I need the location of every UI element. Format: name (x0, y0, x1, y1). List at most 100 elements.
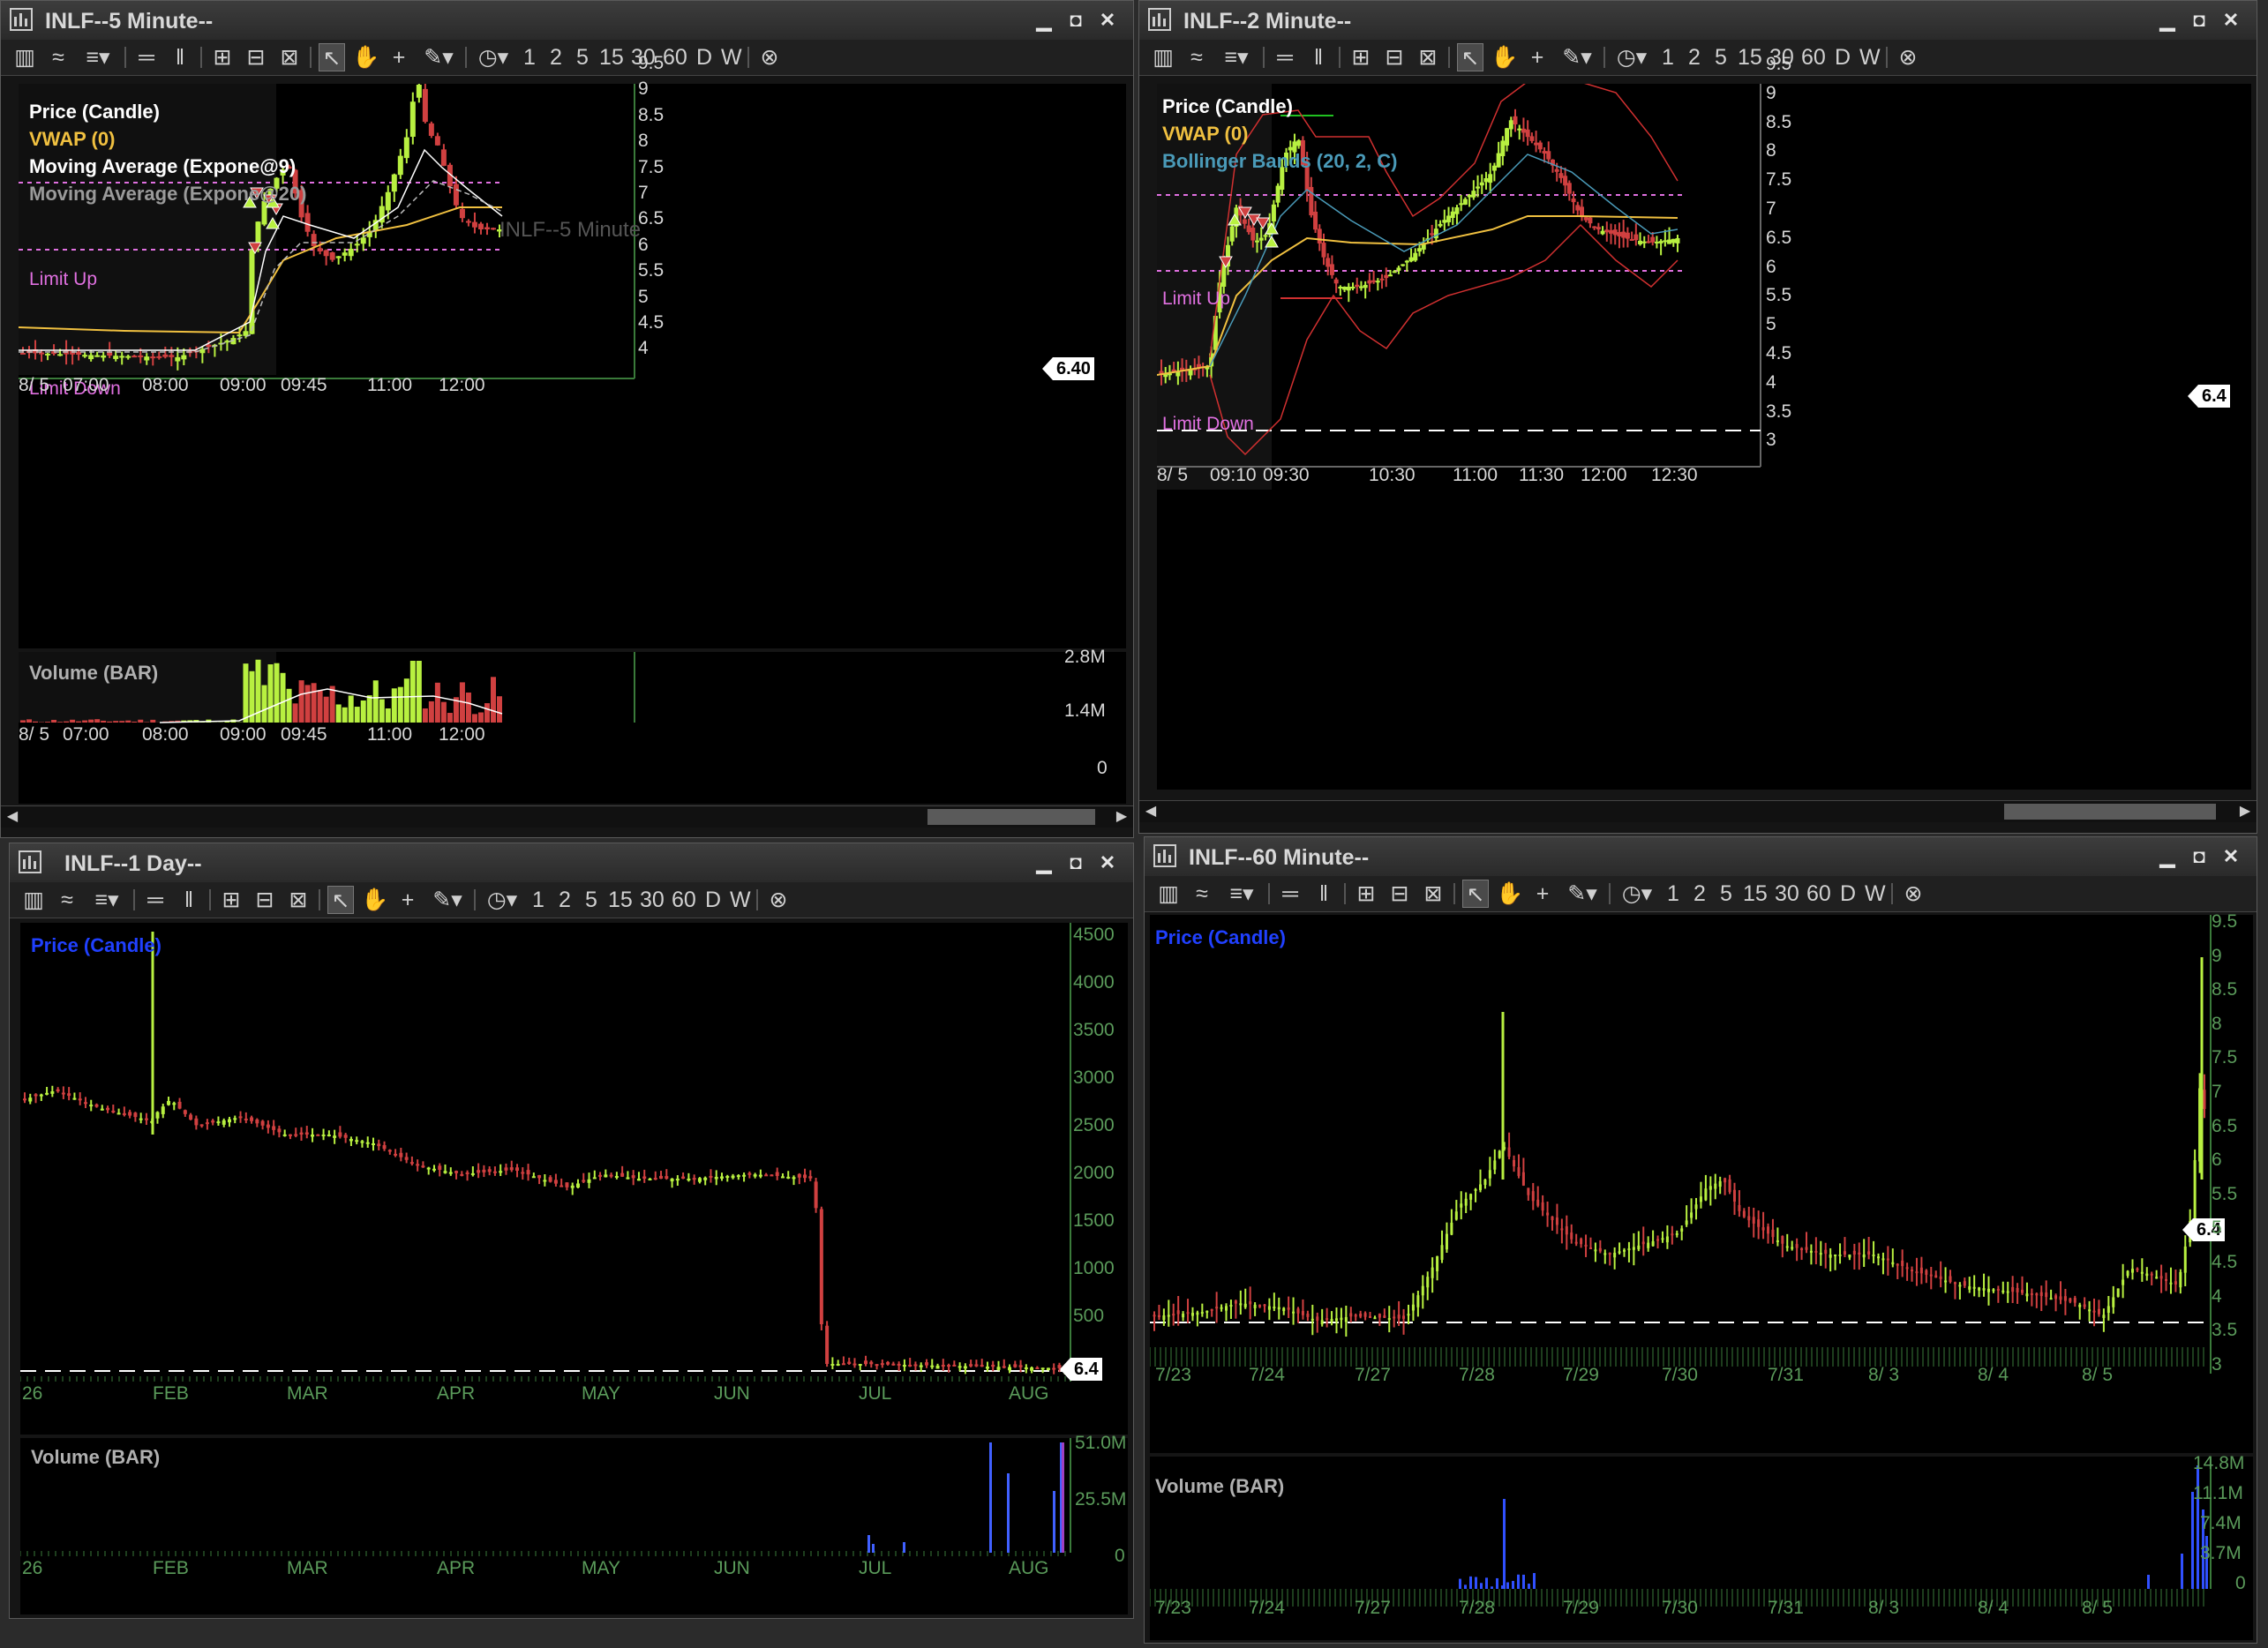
period-15[interactable]: 15 (1738, 43, 1762, 71)
period-2[interactable]: 2 (555, 886, 575, 914)
volume-chart[interactable]: Volume (BAR) 2.8M 1.4M 0 8/ 5 07:00 08:00 0… (19, 647, 1126, 804)
close-button[interactable]: ✕ (1096, 852, 1119, 873)
period-5[interactable]: 5 (582, 886, 601, 914)
period-d[interactable]: D (1838, 880, 1858, 908)
close-chart-icon[interactable]: ⊗ (765, 886, 792, 914)
maximize-button[interactable]: ◘ (1064, 852, 1087, 873)
legend-ema9[interactable]: Moving Average (Expone@9) (29, 153, 306, 180)
period-15[interactable]: 15 (608, 886, 633, 914)
title-bar[interactable]: INLF--1 Day-- ▁ ◘ ✕ (10, 843, 1133, 883)
zoom-in-icon[interactable]: ⊞ (1353, 880, 1379, 908)
hand-icon[interactable]: ✋ (352, 43, 379, 71)
close-chart-icon[interactable]: ⊗ (756, 43, 783, 71)
period-2[interactable]: 2 (1685, 43, 1704, 71)
hline-icon[interactable]: ═ (133, 43, 160, 71)
cursor-icon[interactable]: ↖ (327, 886, 354, 914)
chart-type-icon[interactable]: ▥ (1155, 880, 1182, 908)
legend-price[interactable]: Price (Candle) (1155, 924, 1286, 951)
zoom-fit-icon[interactable]: ⊠ (1420, 880, 1446, 908)
legend-vwap[interactable]: VWAP (0) (1162, 120, 1398, 147)
close-button[interactable]: ✕ (2219, 846, 2242, 867)
title-bar[interactable]: INLF--60 Minute-- ▁ ◘ ✕ (1145, 837, 2257, 877)
zoom-out-icon[interactable]: ⊟ (1386, 880, 1413, 908)
close-button[interactable]: ✕ (1096, 10, 1119, 31)
period-5[interactable]: 5 (573, 43, 592, 71)
zoom-out-icon[interactable]: ⊟ (1381, 43, 1408, 71)
close-chart-icon[interactable]: ⊗ (1900, 880, 1926, 908)
clock-icon[interactable]: ◷▾ (474, 43, 513, 71)
close-button[interactable]: ✕ (2219, 10, 2242, 31)
cursor-icon[interactable]: ↖ (1462, 880, 1489, 908)
clock-icon[interactable]: ◷▾ (483, 886, 522, 914)
pen-icon[interactable]: ✎▾ (1558, 43, 1596, 71)
scroll-left-arrow[interactable]: ◀ (1141, 801, 1160, 822)
period-15[interactable]: 15 (1743, 880, 1768, 908)
price-chart[interactable]: INLF--5 Minute Price (Candle) VWAP (0) M… (19, 53, 1126, 648)
maximize-button[interactable]: ◘ (2188, 10, 2211, 31)
zoom-fit-icon[interactable]: ⊠ (276, 43, 303, 71)
volume-legend[interactable]: Volume (BAR) (29, 659, 158, 686)
minimize-button[interactable]: ▁ (2156, 846, 2179, 867)
hand-icon[interactable]: ✋ (1491, 43, 1518, 71)
title-bar[interactable]: INLF--5 Minute-- ▁ ◘ ✕ (1, 1, 1133, 41)
period-30[interactable]: 30 (1775, 880, 1799, 908)
volume-legend[interactable]: Volume (BAR) (1155, 1472, 1284, 1500)
chart-type-icon[interactable]: ▥ (11, 43, 38, 71)
period-2[interactable]: 2 (1690, 880, 1709, 908)
zoom-in-icon[interactable]: ⊞ (1348, 43, 1374, 71)
price-plot[interactable] (1157, 84, 2251, 790)
volume-chart[interactable]: Volume (BAR) 14.8M 11.1M 7.4M 3.7M 0 7/2… (1150, 1453, 2253, 1640)
price-chart[interactable]: Price (Candle) 6.4 4500 4000 3500 3000 2500 2… (20, 923, 1128, 1435)
period-d[interactable]: D (695, 43, 714, 71)
pen-icon[interactable]: ✎▾ (428, 886, 467, 914)
legend-price[interactable]: Price (Candle) (31, 932, 161, 959)
zoom-fit-icon[interactable]: ⊠ (1415, 43, 1441, 71)
cursor-icon[interactable]: ↖ (319, 43, 345, 71)
period-15[interactable]: 15 (599, 43, 624, 71)
zoom-in-icon[interactable]: ⊞ (209, 43, 236, 71)
legend-vwap[interactable]: VWAP (0) (29, 125, 306, 153)
period-1[interactable]: 1 (520, 43, 539, 71)
period-w[interactable]: W (721, 43, 742, 71)
pen-icon[interactable]: ✎▾ (1563, 880, 1602, 908)
period-w[interactable]: W (1859, 43, 1881, 71)
crosshair-icon[interactable]: + (394, 886, 421, 914)
title-bar[interactable]: INLF--2 Minute-- ▁ ◘ ✕ (1139, 1, 2257, 41)
line-style-icon[interactable]: ≈ (1189, 880, 1215, 908)
hand-icon[interactable]: ✋ (1496, 880, 1523, 908)
indicator-icon[interactable]: ≡▾ (79, 43, 117, 71)
period-d[interactable]: D (703, 886, 723, 914)
line-style-icon[interactable]: ≈ (54, 886, 80, 914)
zoom-in-icon[interactable]: ⊞ (218, 886, 244, 914)
indicator-icon[interactable]: ≡▾ (87, 886, 126, 914)
clock-icon[interactable]: ◷▾ (1618, 880, 1656, 908)
minimize-button[interactable]: ▁ (2156, 10, 2179, 31)
scroll-left-arrow[interactable]: ◀ (3, 806, 22, 828)
cursor-icon[interactable]: ↖ (1457, 43, 1483, 71)
chart-type-icon[interactable]: ▥ (1150, 43, 1176, 71)
clock-icon[interactable]: ◷▾ (1612, 43, 1651, 71)
volume-legend[interactable]: Volume (BAR) (31, 1443, 160, 1471)
minimize-button[interactable]: ▁ (1033, 10, 1055, 31)
horizontal-scrollbar[interactable]: ◀ ▶ (1, 805, 1133, 828)
scroll-right-arrow[interactable]: ▶ (2235, 801, 2255, 822)
period-w[interactable]: W (730, 886, 751, 914)
volume-chart[interactable]: Volume (BAR) 51.0M 25.5M 0 26 FEB MAR APR MA… (20, 1433, 1128, 1614)
crosshair-icon[interactable]: + (386, 43, 412, 71)
scroll-thumb[interactable] (2004, 804, 2216, 820)
crosshair-icon[interactable]: + (1529, 880, 1556, 908)
legend-price[interactable]: Price (Candle) (29, 98, 306, 125)
period-1[interactable]: 1 (1663, 880, 1683, 908)
maximize-button[interactable]: ◘ (2188, 846, 2211, 867)
hline-icon[interactable]: ═ (142, 886, 169, 914)
minimize-button[interactable]: ▁ (1033, 852, 1055, 873)
price-chart[interactable]: Price (Candle) 6.4 9.5 9 8.5 8 7.5 7 6.5 6 5.5 5 4… (1150, 911, 2253, 1453)
price-plot[interactable] (20, 923, 1128, 1435)
period-5[interactable]: 5 (1711, 43, 1731, 71)
period-1[interactable]: 1 (529, 886, 548, 914)
legend-ema20[interactable]: Moving Average (Expone@20) (29, 180, 306, 207)
indicator-icon[interactable]: ≡▾ (1222, 880, 1261, 908)
vline-icon[interactable]: ‖ (1310, 880, 1337, 908)
crosshair-icon[interactable]: + (1524, 43, 1551, 71)
period-30[interactable]: 30 (640, 886, 665, 914)
